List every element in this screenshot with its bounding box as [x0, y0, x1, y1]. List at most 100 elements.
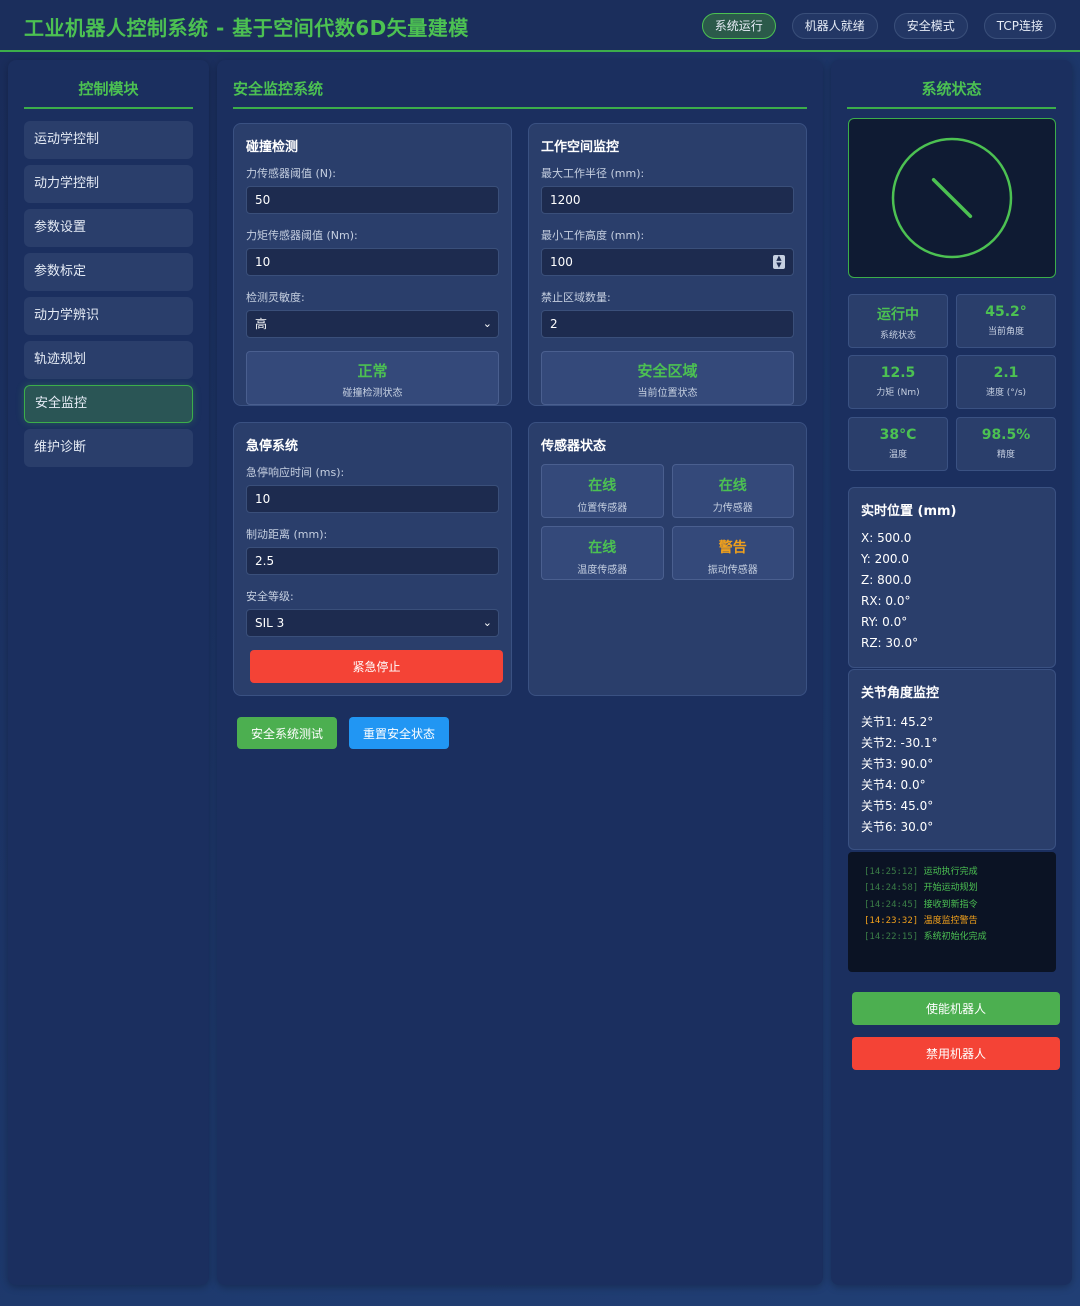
estop-card: 急停系统 急停响应时间 (ms): 10 制动距离 (mm): 2.5 安全等级…: [233, 422, 512, 696]
min-height-input[interactable]: 100 ▲ ▼: [541, 248, 794, 276]
sensitivity-value: 高: [255, 317, 268, 331]
sensitivity-label: 检测灵敏度:: [246, 291, 305, 304]
workspace-card: 工作空间监控 最大工作半径 (mm): 1200 最小工作高度 (mm): 10…: [528, 123, 807, 406]
collision-status-value: 正常: [357, 362, 388, 380]
joint-3: 关节3: 90.0°: [861, 757, 934, 771]
log-time: [14:22:15]: [864, 932, 919, 943]
log-entry: [14:25:12] 运动执行完成: [864, 864, 1040, 880]
status-panel: 系统状态 运行中 系统状态 45.2° 当前角度 12.5 力矩 (Nm) 2.…: [831, 60, 1072, 1285]
pill-safety-mode[interactable]: 安全模式: [893, 13, 968, 39]
main-title: 安全监控系统: [233, 78, 807, 109]
log-entry-warning: [14:23:32] 温度监控警告: [864, 913, 1040, 929]
stat-value: 38°C: [879, 427, 917, 443]
main-panel: 安全监控系统 碰撞检测 力传感器阈值 (N): 50 力矩传感器阈值 (Nm):…: [217, 60, 823, 1285]
brake-distance-label: 制动距离 (mm):: [246, 528, 328, 541]
collision-status-label: 碰撞检测状态: [342, 388, 403, 399]
position-card: 实时位置 (mm) X: 500.0 Y: 200.0 Z: 800.0 RX:…: [848, 487, 1056, 668]
log-entry: [14:24:58] 开始运动规划: [864, 880, 1040, 896]
position-rx: RX: 0.0°: [861, 594, 911, 608]
robot-arm-line: [931, 177, 973, 219]
sidebar-item-safety[interactable]: 安全监控: [24, 385, 193, 423]
disable-robot-button[interactable]: 禁用机器人: [852, 1037, 1060, 1070]
sensor-force-status: 在线: [718, 478, 747, 494]
emergency-stop-button[interactable]: 紧急停止: [250, 650, 503, 683]
position-x: X: 500.0: [861, 531, 912, 545]
workspace-status-value: 安全区域: [637, 362, 698, 380]
position-title: 实时位置 (mm): [861, 504, 957, 519]
sensor-position-name: 位置传感器: [577, 503, 628, 514]
spinner-icon[interactable]: ▲ ▼: [773, 255, 785, 269]
stat-torque: 12.5 力矩 (Nm): [848, 355, 948, 409]
sensor-vibration-status: 警告: [718, 540, 747, 556]
torque-threshold-input[interactable]: 10: [246, 248, 499, 276]
joint-4: 关节4: 0.0°: [861, 778, 926, 792]
joints-title: 关节角度监控: [861, 686, 940, 701]
sensor-force: 在线 力传感器: [671, 464, 794, 518]
sidebar-item-identification[interactable]: 动力学辨识: [24, 297, 193, 335]
estop-title: 急停系统: [246, 439, 299, 454]
app-title: 工业机器人控制系统 - 基于空间代数6D矢量建模: [24, 16, 469, 40]
reset-safety-button[interactable]: 重置安全状态: [349, 717, 449, 749]
status-title: 系统状态: [847, 78, 1056, 109]
stat-label: 精度: [996, 450, 1015, 460]
sidebar-item-maintenance[interactable]: 维护诊断: [24, 429, 193, 467]
response-time-label: 急停响应时间 (ms):: [246, 466, 345, 479]
stat-current-angle: 45.2° 当前角度: [956, 294, 1056, 348]
log-time: [14:23:32]: [864, 915, 919, 926]
stat-precision: 98.5% 精度: [956, 417, 1056, 471]
workspace-title: 工作空间监控: [541, 140, 620, 155]
force-threshold-input[interactable]: 50: [246, 186, 499, 214]
log-time: [14:25:12]: [864, 867, 919, 877]
workspace-status-label: 当前位置状态: [637, 388, 698, 399]
collision-status-box: 正常 碰撞检测状态: [246, 351, 499, 405]
log-message: 温度监控警告: [923, 915, 978, 926]
collision-card: 碰撞检测 力传感器阈值 (N): 50 力矩传感器阈值 (Nm): 10 检测灵…: [233, 123, 512, 406]
sensor-card: 传感器状态 在线 位置传感器 在线 力传感器 在线 温度传感器 警告 振动传感器: [528, 422, 807, 696]
safety-level-value: SIL 3: [255, 616, 285, 630]
safety-test-button[interactable]: 安全系统测试: [237, 717, 337, 749]
stat-label: 当前角度: [987, 327, 1024, 337]
stat-label: 速度 (°/s): [985, 388, 1027, 398]
sidebar-item-kinematics[interactable]: 运动学控制: [24, 121, 193, 159]
min-height-value: 100: [550, 255, 573, 269]
log-time: [14:24:58]: [864, 883, 919, 894]
robot-visualization: [848, 118, 1056, 278]
pill-system-running[interactable]: 系统运行: [701, 13, 776, 39]
forbidden-zones-input[interactable]: 2: [541, 310, 794, 338]
sidebar-title: 控制模块: [24, 78, 193, 109]
sidebar-item-calibration[interactable]: 参数标定: [24, 253, 193, 291]
stat-value: 运行中: [877, 307, 919, 323]
sensor-temperature-name: 温度传感器: [577, 565, 628, 576]
stat-temperature: 38°C 温度: [848, 417, 948, 471]
brake-distance-input[interactable]: 2.5: [246, 547, 499, 575]
sensor-force-name: 力传感器: [712, 503, 753, 514]
response-time-input[interactable]: 10: [246, 485, 499, 513]
sidebar-item-parameters[interactable]: 参数设置: [24, 209, 193, 247]
position-z: Z: 800.0: [861, 573, 912, 587]
robot-arm-gauge: [891, 137, 1013, 259]
log-message: 接收到新指令: [923, 899, 978, 910]
status-pills: 系统运行 机器人就绪 安全模式 TCP连接: [701, 13, 1056, 39]
safety-level-select[interactable]: SIL 3 ⌄: [246, 609, 499, 637]
force-threshold-label: 力传感器阈值 (N):: [246, 167, 337, 180]
sensor-temperature-status: 在线: [588, 540, 617, 556]
pill-robot-ready[interactable]: 机器人就绪: [791, 13, 878, 39]
sidebar-item-dynamics[interactable]: 动力学控制: [24, 165, 193, 203]
stat-value: 12.5: [880, 365, 916, 381]
enable-robot-button[interactable]: 使能机器人: [852, 992, 1060, 1025]
event-log: [14:25:12] 运动执行完成 [14:24:58] 开始运动规划 [14:…: [848, 852, 1056, 972]
position-y: Y: 200.0: [861, 552, 909, 566]
sensor-grid: 在线 位置传感器 在线 力传感器 在线 温度传感器 警告 振动传感器: [541, 464, 794, 580]
chevron-down-icon: ⌄: [482, 616, 492, 629]
log-message: 运动执行完成: [923, 867, 978, 877]
max-radius-label: 最大工作半径 (mm):: [541, 167, 645, 180]
sidebar-item-trajectory[interactable]: 轨迹规划: [24, 341, 193, 379]
sensitivity-select[interactable]: 高 ⌄: [246, 310, 499, 338]
pill-tcp-connection[interactable]: TCP连接: [983, 13, 1056, 39]
stat-label: 力矩 (Nm): [876, 388, 920, 398]
workspace-status-box: 安全区域 当前位置状态: [541, 351, 794, 405]
joints-card: 关节角度监控 关节1: 45.2° 关节2: -30.1° 关节3: 90.0°…: [848, 669, 1056, 850]
max-radius-input[interactable]: 1200: [541, 186, 794, 214]
stat-label: 系统状态: [879, 331, 916, 341]
sidebar-nav: 运动学控制 动力学控制 参数设置 参数标定 动力学辨识 轨迹规划 安全监控 维护…: [24, 121, 193, 467]
